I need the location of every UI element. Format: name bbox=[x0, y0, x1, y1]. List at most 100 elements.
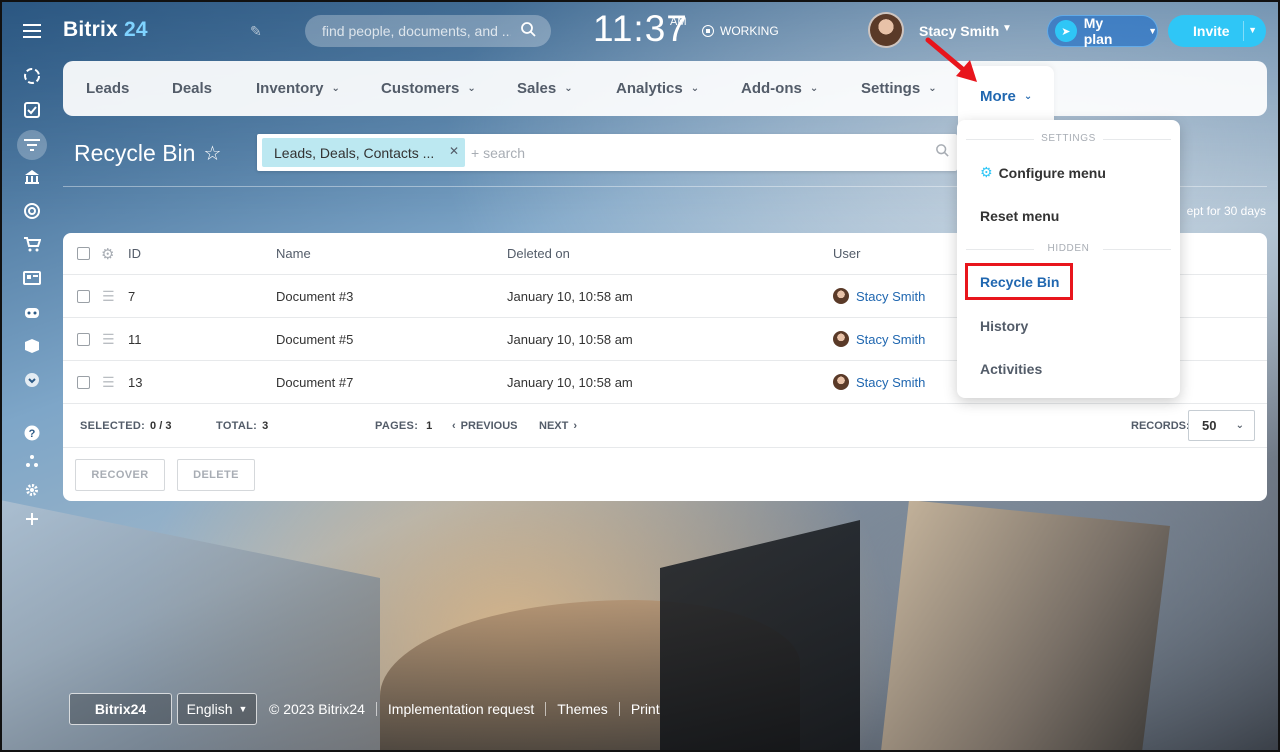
tab-leads[interactable]: Leads bbox=[86, 61, 129, 116]
chevron-left-icon: ‹ bbox=[452, 419, 456, 432]
search-icon[interactable] bbox=[521, 22, 536, 41]
copyright-text: © 2023 Bitrix24 bbox=[269, 701, 365, 717]
footer-logo-button[interactable]: Bitrix24 bbox=[69, 693, 172, 725]
crm-tab-bar: Leads Deals Inventory ⌄ Customers ⌄ Sales ⌄… bbox=[63, 61, 1267, 126]
row-name: Document #5 bbox=[276, 331, 354, 347]
recover-button[interactable]: RECOVER bbox=[75, 459, 165, 491]
brand-logo[interactable]: Bitrix 24 bbox=[63, 18, 148, 42]
more-dropdown-menu: SETTINGS ⚙ Configure menu Reset menu HIDD… bbox=[957, 120, 1180, 398]
column-header-deleted-on[interactable]: Deleted on bbox=[507, 233, 570, 274]
chevron-down-icon: ⌄ bbox=[467, 83, 476, 94]
menu-item-reset[interactable]: Reset menu bbox=[980, 208, 1059, 224]
grid-footer: SELECTED: 0 / 3 TOTAL: 3 PAGES: 1 ‹ PREVIOUS… bbox=[63, 404, 1267, 448]
bank-icon[interactable] bbox=[21, 166, 43, 188]
delete-button[interactable]: DELETE bbox=[177, 459, 255, 491]
next-page-button[interactable]: NEXT › bbox=[539, 404, 577, 447]
tab-analytics[interactable]: Analytics ⌄ bbox=[616, 61, 699, 116]
background-building-curve bbox=[380, 600, 800, 752]
tab-sales[interactable]: Sales ⌄ bbox=[517, 61, 573, 116]
clock-ampm: AM bbox=[670, 16, 687, 28]
drag-handle-icon[interactable]: ☰ bbox=[102, 275, 115, 317]
plus-icon[interactable] bbox=[21, 508, 43, 530]
target-icon[interactable] bbox=[21, 200, 43, 222]
print-link[interactable]: Print bbox=[631, 701, 660, 717]
drag-handle-icon[interactable]: ☰ bbox=[102, 361, 115, 403]
pencil-icon[interactable]: ✎ bbox=[250, 23, 262, 40]
menu-item-configure[interactable]: ⚙ Configure menu bbox=[980, 164, 1106, 181]
row-id: 11 bbox=[128, 331, 142, 347]
column-header-user[interactable]: User bbox=[833, 233, 860, 274]
box-icon[interactable] bbox=[21, 335, 43, 357]
row-user-link[interactable]: Stacy Smith bbox=[833, 318, 925, 360]
row-name: Document #3 bbox=[276, 288, 354, 304]
close-icon[interactable]: ✕ bbox=[449, 144, 459, 158]
help-icon[interactable]: ? bbox=[21, 422, 43, 444]
chevron-down-icon: ▼ bbox=[238, 704, 248, 714]
search-icon[interactable] bbox=[936, 144, 949, 160]
menu-item-history[interactable]: History bbox=[980, 318, 1028, 334]
total-count: TOTAL: 3 bbox=[216, 419, 269, 432]
chevron-more-icon[interactable] bbox=[21, 369, 43, 391]
sitemap-icon[interactable] bbox=[21, 450, 43, 472]
working-status[interactable]: WORKING bbox=[702, 24, 779, 38]
activity-stream-icon[interactable] bbox=[21, 65, 43, 87]
column-header-id[interactable]: ID bbox=[128, 233, 141, 274]
user-menu-caret-icon[interactable]: ▼ bbox=[1002, 23, 1012, 34]
tab-add-ons[interactable]: Add-ons ⌄ bbox=[741, 61, 818, 116]
invite-button[interactable]: Invite ▼ bbox=[1168, 15, 1266, 47]
page-title: Recycle Bin ☆ bbox=[74, 140, 222, 166]
row-name: Document #7 bbox=[276, 374, 354, 390]
cart-icon[interactable] bbox=[21, 233, 43, 255]
chevron-down-icon: ▼ bbox=[1148, 26, 1157, 36]
row-checkbox[interactable] bbox=[77, 361, 90, 403]
records-per-page-select[interactable]: 50 ⌄ bbox=[1188, 404, 1255, 447]
background-building-dark bbox=[660, 520, 860, 752]
row-user-link[interactable]: Stacy Smith bbox=[833, 361, 925, 403]
row-deleted-on: January 10, 10:58 am bbox=[507, 331, 633, 347]
chevron-down-icon: ⌄ bbox=[331, 83, 340, 94]
global-search-input[interactable] bbox=[305, 15, 551, 47]
recycle-bin-highlight-box bbox=[965, 263, 1073, 300]
pages-count: PAGES: 1 bbox=[375, 419, 433, 432]
star-icon[interactable]: ☆ bbox=[203, 141, 221, 166]
user-avatar[interactable] bbox=[868, 12, 904, 48]
svg-text:?: ? bbox=[29, 428, 36, 440]
row-deleted-on: January 10, 10:58 am bbox=[507, 288, 633, 304]
tab-deals[interactable]: Deals bbox=[172, 61, 212, 116]
my-plan-button[interactable]: ➤ My plan ▼ bbox=[1047, 15, 1158, 47]
menu-item-activities[interactable]: Activities bbox=[980, 361, 1042, 377]
chevron-down-icon[interactable]: ▼ bbox=[1248, 25, 1257, 35]
drag-handle-icon[interactable]: ☰ bbox=[102, 318, 115, 360]
avatar bbox=[833, 374, 849, 390]
themes-link[interactable]: Themes bbox=[557, 701, 608, 717]
row-checkbox[interactable] bbox=[77, 318, 90, 360]
crm-icon[interactable] bbox=[17, 130, 47, 160]
chevron-down-icon: ⌄ bbox=[1023, 90, 1033, 102]
tab-customers[interactable]: Customers ⌄ bbox=[381, 61, 476, 116]
contacts-card-icon[interactable] bbox=[21, 267, 43, 289]
row-deleted-on: January 10, 10:58 am bbox=[507, 374, 633, 390]
gear-icon[interactable] bbox=[21, 479, 43, 501]
gear-icon[interactable]: ⚙ bbox=[101, 233, 114, 274]
filter-bar[interactable]: Leads, Deals, Contacts ... ✕ bbox=[257, 134, 957, 171]
rocket-icon: ➤ bbox=[1055, 20, 1077, 42]
column-header-name[interactable]: Name bbox=[276, 233, 311, 274]
menu-section-hidden: HIDDEN bbox=[966, 243, 1171, 255]
filter-search-input[interactable] bbox=[471, 138, 911, 167]
menu-icon[interactable] bbox=[21, 20, 43, 42]
select-all-checkbox[interactable] bbox=[77, 233, 90, 274]
tasks-icon[interactable] bbox=[21, 99, 43, 121]
row-user-link[interactable]: Stacy Smith bbox=[833, 275, 925, 317]
chevron-down-icon: ⌄ bbox=[1235, 420, 1244, 431]
stop-icon bbox=[702, 25, 714, 37]
tab-inventory[interactable]: Inventory ⌄ bbox=[256, 61, 340, 116]
row-id: 13 bbox=[128, 374, 143, 390]
language-select[interactable]: English ▼ bbox=[177, 693, 257, 725]
chevron-down-icon: ⌄ bbox=[690, 83, 700, 94]
row-checkbox[interactable] bbox=[77, 275, 90, 317]
filter-chip[interactable]: Leads, Deals, Contacts ... ✕ bbox=[262, 138, 465, 167]
implementation-request-link[interactable]: Implementation request bbox=[388, 701, 534, 717]
clock-time[interactable]: 11:37 bbox=[593, 8, 688, 50]
previous-page-button[interactable]: ‹ PREVIOUS bbox=[452, 404, 518, 447]
robot-icon[interactable] bbox=[21, 301, 43, 323]
